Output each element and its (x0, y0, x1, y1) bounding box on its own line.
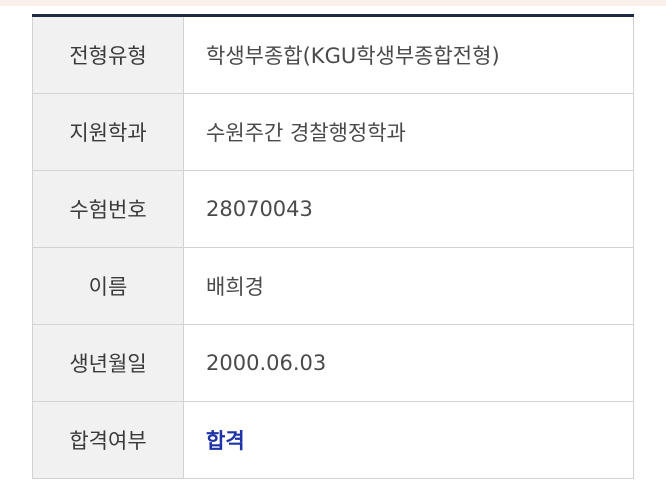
row-value-birthdate: 2000.06.03 (183, 324, 634, 402)
table-row-result: 합격여부 합격 (32, 401, 634, 479)
row-label-admission-type: 전형유형 (32, 15, 184, 94)
table-row-birthdate: 생년월일 2000.06.03 (32, 324, 634, 402)
result-status-value: 합격 (183, 401, 634, 479)
table-row-exam-number: 수험번호 28070043 (32, 170, 634, 248)
row-value-department: 수원주간 경찰행정학과 (183, 93, 634, 171)
row-label-result: 합격여부 (32, 401, 184, 479)
top-band (0, 0, 666, 6)
admission-result-table: 전형유형 학생부종합(KGU학생부종합전형) 지원학과 수원주간 경찰행정학과 … (32, 14, 634, 479)
table-row-admission-type: 전형유형 학생부종합(KGU학생부종합전형) (32, 15, 634, 94)
row-label-exam-number: 수험번호 (32, 170, 184, 248)
row-label-name: 이름 (32, 247, 184, 325)
table-row-department: 지원학과 수원주간 경찰행정학과 (32, 93, 634, 171)
row-label-birthdate: 생년월일 (32, 324, 184, 402)
row-value-name: 배희경 (183, 247, 634, 325)
table-row-name: 이름 배희경 (32, 247, 634, 325)
row-value-admission-type: 학생부종합(KGU학생부종합전형) (183, 15, 634, 94)
row-label-department: 지원학과 (32, 93, 184, 171)
row-value-exam-number: 28070043 (183, 170, 634, 248)
